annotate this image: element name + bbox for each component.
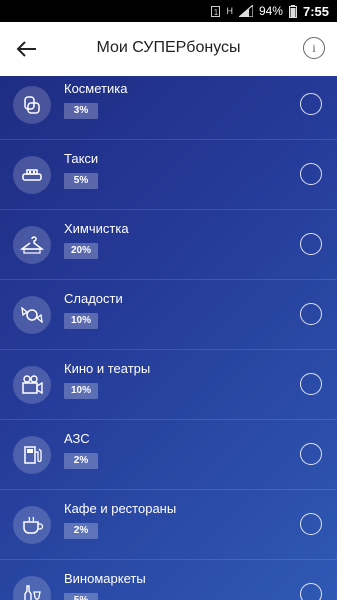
select-radio[interactable] xyxy=(300,373,322,395)
category-name: АЗС xyxy=(64,431,90,446)
taxi-icon xyxy=(13,156,51,194)
category-name: Кино и театры xyxy=(64,361,151,376)
category-name: Кафе и рестораны xyxy=(64,501,177,516)
percent-badge: 3% xyxy=(64,103,98,119)
category-name: Такси xyxy=(64,151,99,166)
network-type-icon: H xyxy=(226,5,233,16)
list-item[interactable]: Сладости 10% xyxy=(0,280,337,350)
sim-icon: 1 xyxy=(211,5,221,17)
app-header: Мои СУПЕРбонусы i xyxy=(0,22,337,76)
list-item[interactable]: Кино и театры 10% xyxy=(0,350,337,420)
percent-badge: 20% xyxy=(64,243,98,259)
select-radio[interactable] xyxy=(300,443,322,465)
status-bar: 1 H 94% 7:55 xyxy=(0,0,337,22)
list-item[interactable]: Виномаркеты 5% xyxy=(0,560,337,600)
candy-icon xyxy=(13,296,51,334)
list-item[interactable]: Такси 5% xyxy=(0,140,337,210)
cosmetics-icon xyxy=(13,86,51,124)
select-radio[interactable] xyxy=(300,303,322,325)
clock: 7:55 xyxy=(302,3,329,19)
select-radio[interactable] xyxy=(300,513,322,535)
hanger-icon xyxy=(13,226,51,264)
fuel-station-icon xyxy=(13,436,51,474)
category-name: Виномаркеты xyxy=(64,571,146,586)
bonus-category-list: Косметика 3% Такси 5% Химчистка 20% Слад… xyxy=(0,76,337,600)
category-name: Косметика xyxy=(64,81,128,96)
select-radio[interactable] xyxy=(300,233,322,255)
select-radio[interactable] xyxy=(300,93,322,115)
info-icon[interactable]: i xyxy=(303,37,325,59)
percent-badge: 10% xyxy=(64,313,98,329)
battery-percent: 94% xyxy=(258,4,283,18)
signal-icon xyxy=(238,5,253,17)
percent-badge: 2% xyxy=(64,453,98,469)
category-name: Химчистка xyxy=(64,221,129,236)
list-item[interactable]: АЗС 2% xyxy=(0,420,337,490)
category-name: Сладости xyxy=(64,291,123,306)
list-item[interactable]: Химчистка 20% xyxy=(0,210,337,280)
movie-camera-icon xyxy=(13,366,51,404)
battery-icon xyxy=(288,4,297,18)
coffee-cup-icon xyxy=(13,506,51,544)
percent-badge: 2% xyxy=(64,523,98,539)
list-item[interactable]: Косметика 3% xyxy=(0,76,337,140)
percent-badge: 10% xyxy=(64,383,98,399)
select-radio[interactable] xyxy=(300,163,322,185)
list-item[interactable]: Кафе и рестораны 2% xyxy=(0,490,337,560)
select-radio[interactable] xyxy=(300,583,322,600)
percent-badge: 5% xyxy=(64,173,98,189)
percent-badge: 5% xyxy=(64,593,98,600)
page-title: Мои СУПЕРбонусы xyxy=(96,39,241,56)
wine-bottle-icon xyxy=(13,576,51,600)
